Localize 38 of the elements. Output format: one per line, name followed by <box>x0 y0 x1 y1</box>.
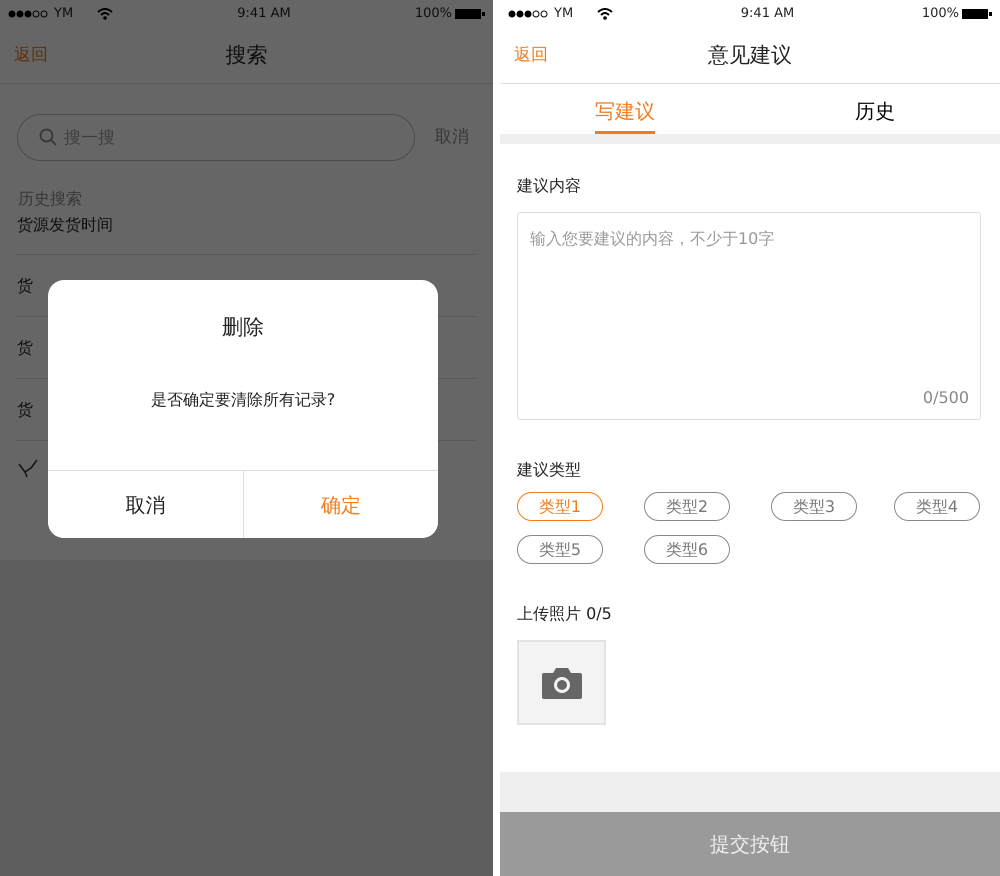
status-time: 9:41 AM <box>237 5 291 24</box>
history-item[interactable]: 货 <box>17 274 33 298</box>
screen-title: 意见建议 <box>708 42 792 69</box>
type-option[interactable]: 类型4 <box>894 492 980 521</box>
field-label: 建议内容 <box>517 175 582 197</box>
battery-icon <box>455 8 485 20</box>
type-option[interactable]: 类型3 <box>771 492 857 521</box>
history-item[interactable]: 货源发货时间 <box>17 213 113 237</box>
search-icon <box>39 128 57 146</box>
wifi-icon <box>97 8 114 20</box>
carrier-name: YM <box>554 5 574 24</box>
battery-level: 100% <box>922 5 959 24</box>
dialog-message: 是否确定要清除所有记录? <box>150 388 336 410</box>
status-time: 9:41 AM <box>740 5 794 24</box>
signal-icon <box>8 10 48 18</box>
character-counter: 0/500 <box>922 387 969 409</box>
field-label: 上传照片 0/5 <box>517 603 613 625</box>
signal-icon <box>508 10 548 18</box>
field-label: 建议类型 <box>517 459 582 481</box>
type-option[interactable]: 类型1 <box>517 492 603 521</box>
type-option[interactable]: 类型5 <box>517 535 603 564</box>
tab[interactable]: 历史 <box>855 84 895 134</box>
camera-icon <box>540 666 582 700</box>
upload-photo-button[interactable] <box>517 640 606 725</box>
dialog-title: 删除 <box>221 314 265 341</box>
back-button[interactable]: 返回 <box>14 42 48 68</box>
confirm-button[interactable]: 确定 <box>242 471 438 538</box>
back-button[interactable]: 返回 <box>514 42 548 68</box>
history-item[interactable]: 货 <box>17 336 33 360</box>
battery-level: 100% <box>414 5 452 24</box>
history-item[interactable]: 货 <box>17 398 33 422</box>
carrier-name: YM <box>54 5 74 24</box>
screen-title: 搜索 <box>226 42 268 69</box>
wifi-icon <box>597 8 614 20</box>
type-option[interactable]: 类型6 <box>644 535 730 564</box>
tab[interactable]: 写建议 <box>595 84 655 134</box>
battery-icon <box>962 8 992 20</box>
type-option[interactable]: 类型2 <box>644 492 730 521</box>
